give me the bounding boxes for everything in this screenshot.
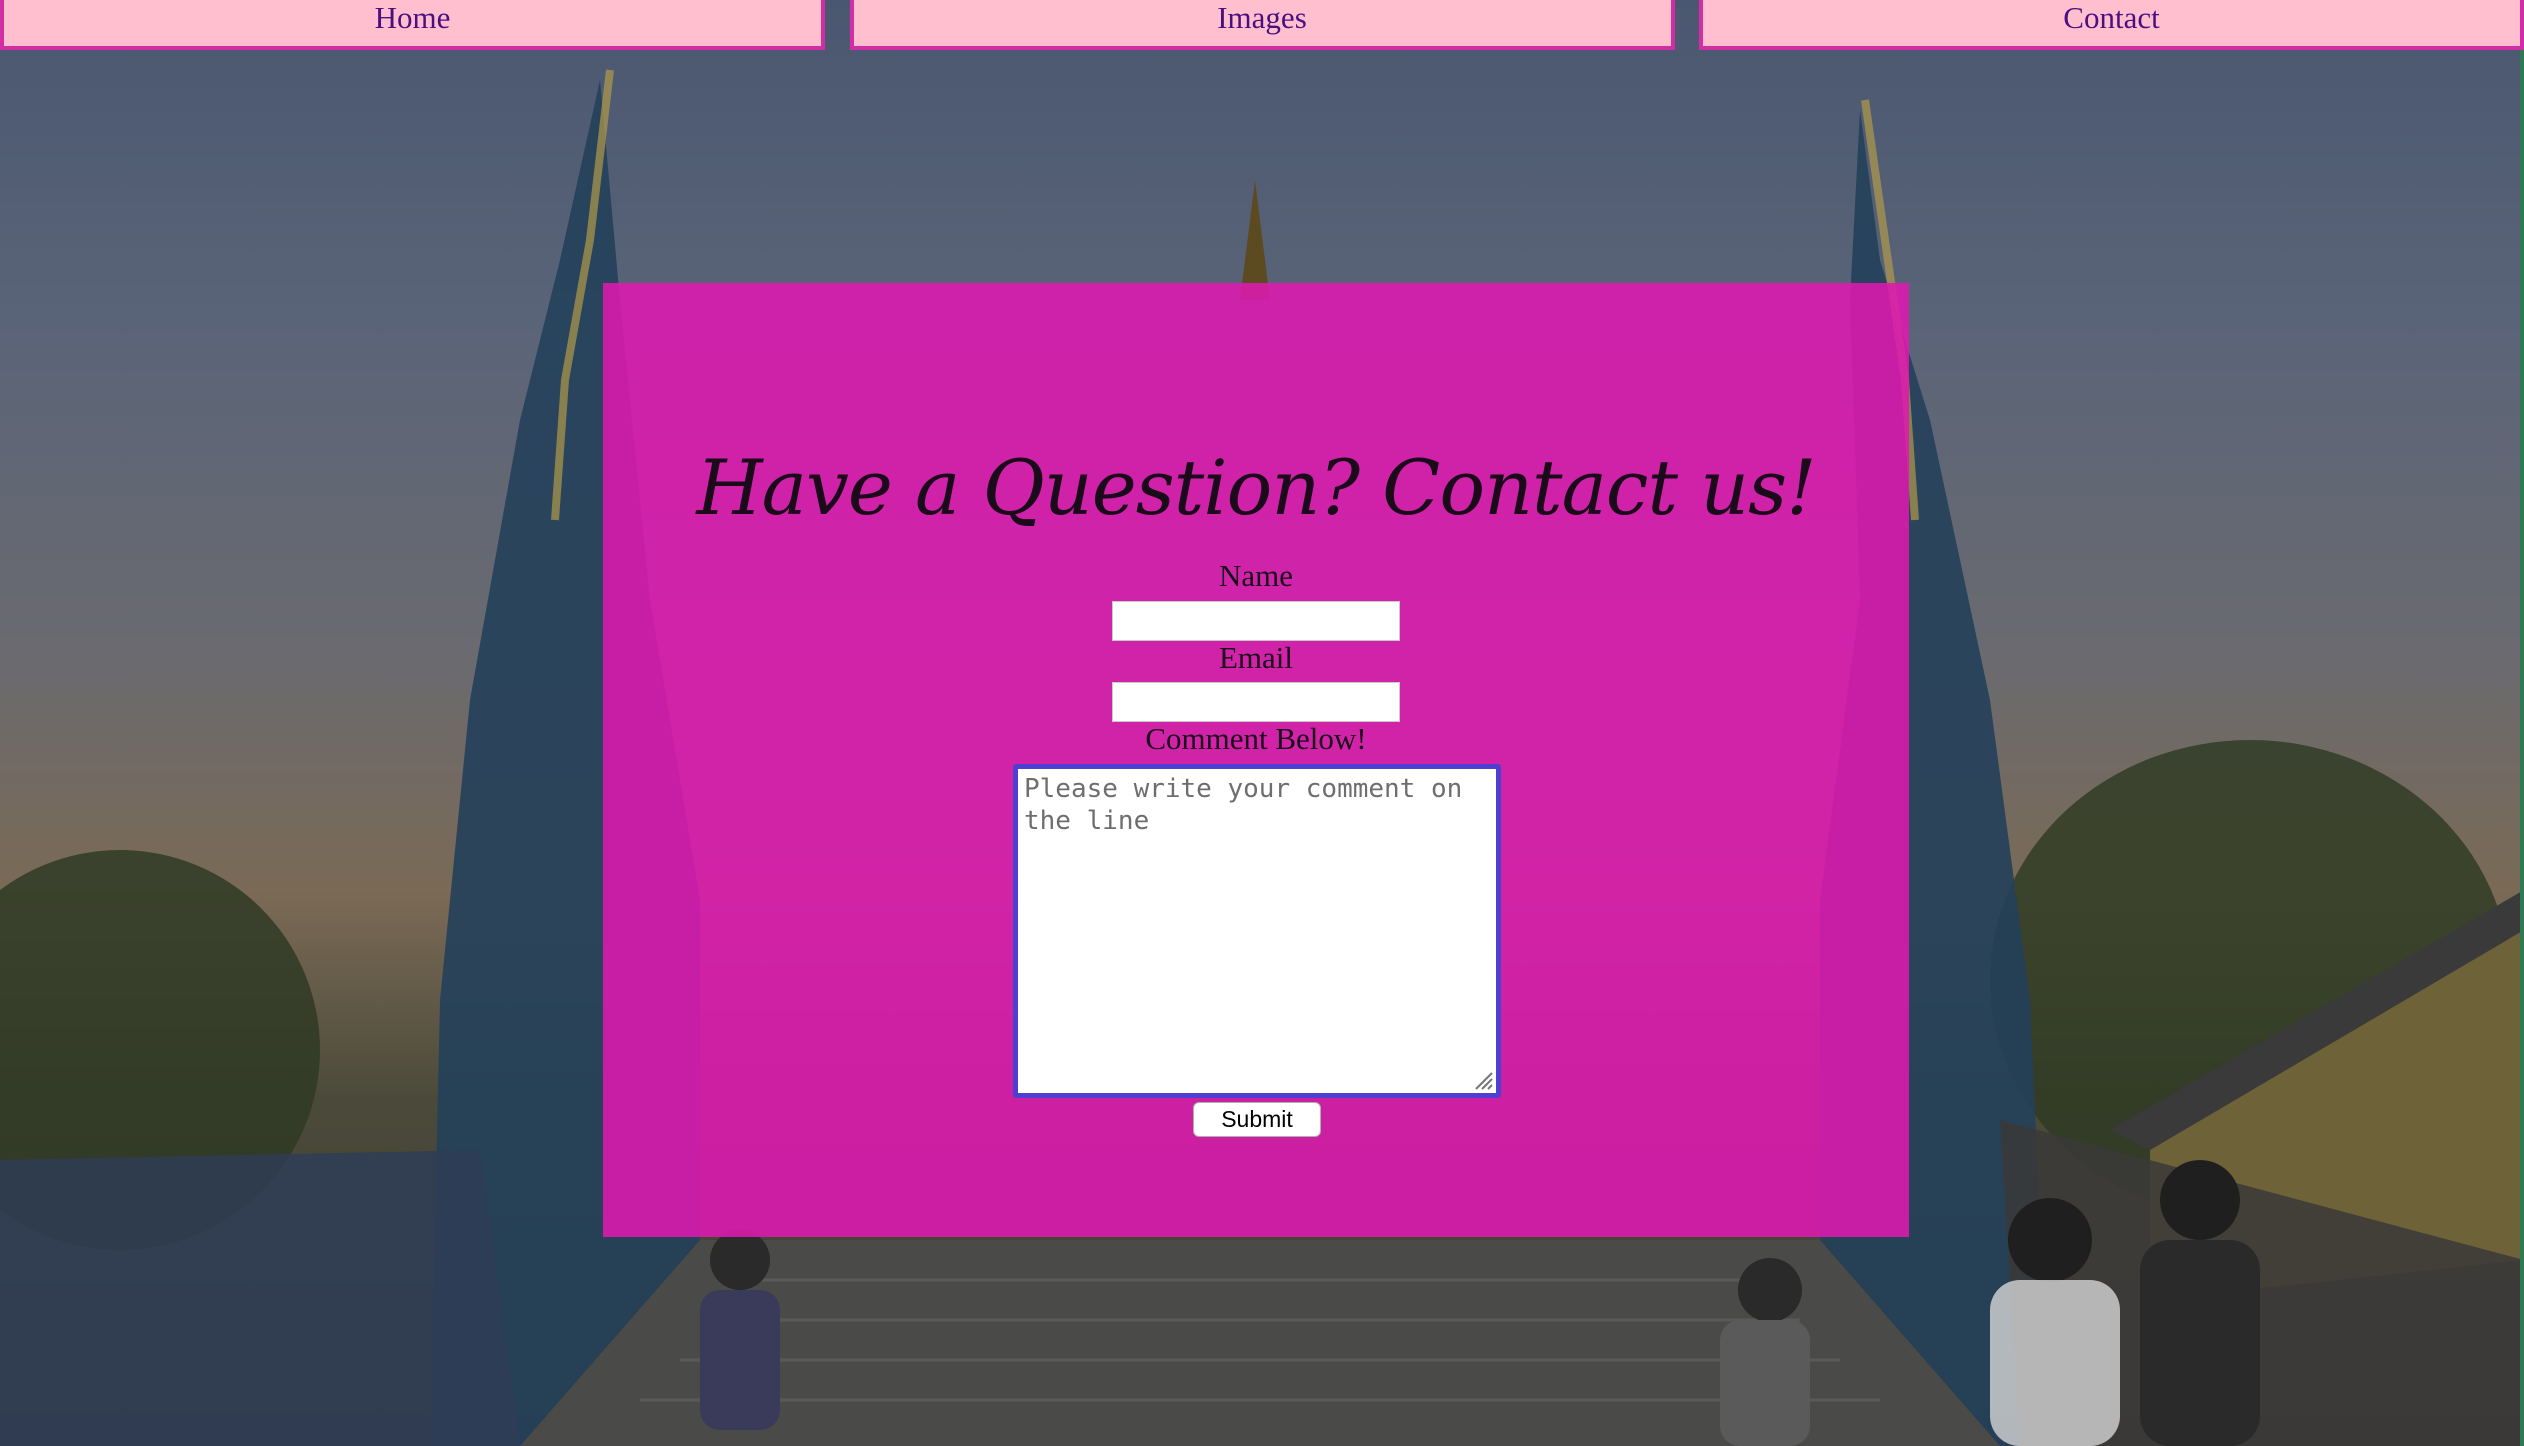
nav-contact-label: Contact [2063,0,2160,35]
contact-form-panel: Have a Question? Contact us! Name Email … [603,283,1909,1237]
comment-textarea[interactable]: Please write your comment on the line [1013,764,1501,1098]
email-label: Email [1218,640,1294,675]
email-input[interactable] [1112,682,1400,722]
nav-home-label: Home [374,0,451,35]
nav-images-link[interactable]: Images [849,0,1675,50]
right-edge-strip [2520,0,2524,1446]
comment-placeholder: Please write your comment on the line [1024,774,1463,836]
nav-home-link[interactable]: Home [0,0,825,50]
name-label: Name [1218,558,1294,593]
comment-label: Comment Below! [1145,721,1367,756]
nav-contact-link[interactable]: Contact [1699,0,2524,50]
resize-grip-icon[interactable] [1472,1069,1494,1091]
top-navigation: Home Images Contact [0,0,2524,58]
nav-images-label: Images [1217,0,1307,35]
submit-button[interactable]: Submit [1193,1102,1321,1137]
name-input[interactable] [1112,601,1400,641]
contact-heading: Have a Question? Contact us! [696,443,1816,532]
